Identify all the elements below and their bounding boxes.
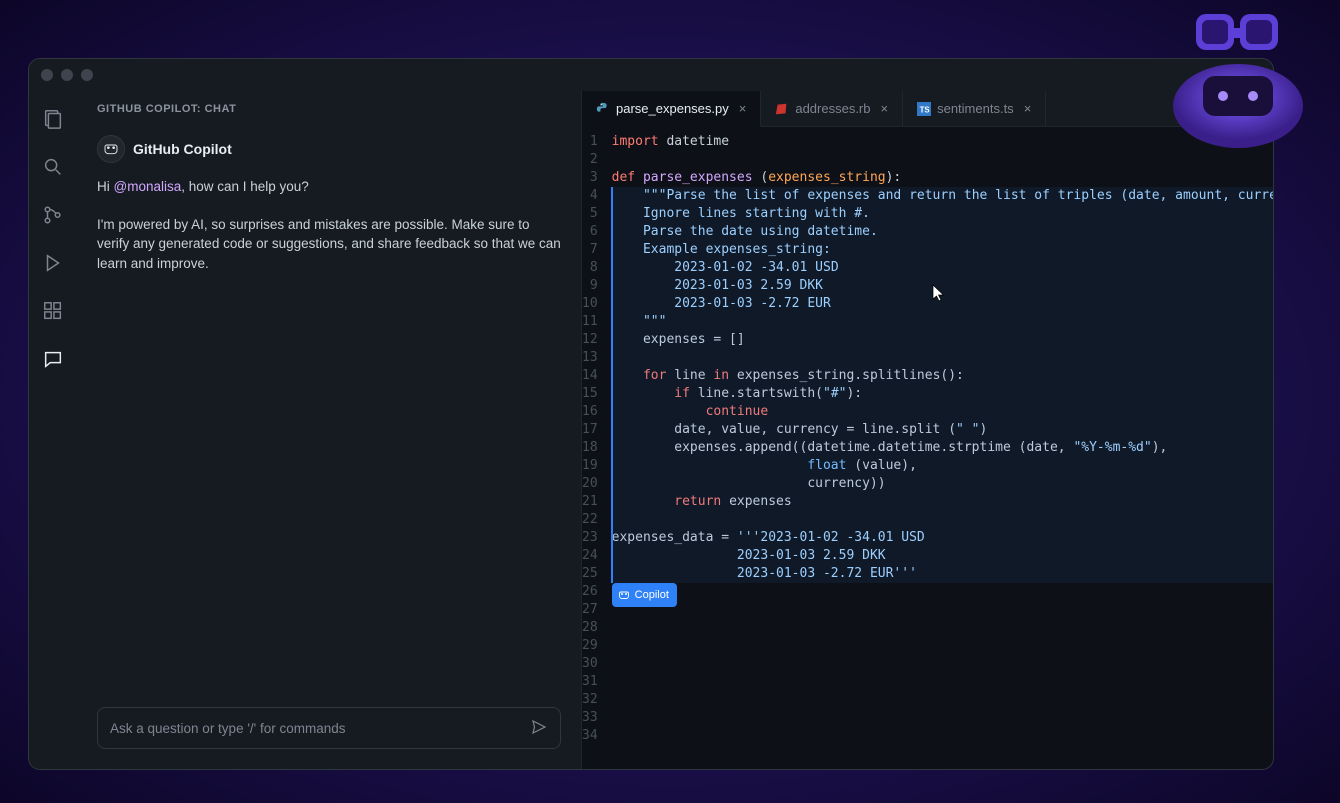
chat-intro: I'm powered by AI, so surprises and mist… (97, 215, 561, 274)
minimize-window-button[interactable] (61, 69, 73, 81)
titlebar (29, 59, 1273, 91)
code-line (612, 619, 1273, 637)
maximize-window-button[interactable] (81, 69, 93, 81)
chat-greeting-post: , how can I help you? (181, 179, 309, 194)
chat-body: GitHub Copilot Hi @monalisa, how can I h… (77, 127, 581, 697)
code-line (612, 727, 1273, 745)
search-icon[interactable] (39, 153, 67, 181)
close-icon[interactable]: × (739, 101, 747, 116)
code-line: import datetime (612, 133, 1273, 151)
code-line (612, 151, 1273, 169)
source-control-icon[interactable] (39, 201, 67, 229)
chat-input-container: Ask a question or type '/' for commands (77, 697, 581, 769)
code-line (612, 583, 1273, 601)
editor-panel: parse_expenses.py × addresses.rb × TS sentime… (582, 91, 1273, 769)
chat-sender-row: GitHub Copilot (97, 135, 561, 163)
code-line (612, 673, 1273, 691)
copilot-chat-icon[interactable] (39, 345, 67, 373)
chat-panel-title: GITHUB COPILOT: CHAT (77, 91, 581, 127)
tab-label: sentiments.ts (937, 101, 1014, 116)
chat-input-placeholder: Ask a question or type '/' for commands (110, 721, 530, 736)
copilot-avatar-icon (97, 135, 125, 163)
chat-mention: @monalisa (114, 179, 182, 194)
chat-sender-name: GitHub Copilot (133, 141, 232, 157)
send-icon[interactable] (530, 718, 548, 739)
code-line (612, 655, 1273, 673)
code-line (612, 691, 1273, 709)
tab-label: parse_expenses.py (616, 101, 729, 116)
workspace: GITHUB COPILOT: CHAT GitHub Copilot Hi @… (29, 91, 1273, 769)
run-debug-icon[interactable] (39, 249, 67, 277)
code-area: 1234567891011121314151617181920212223242… (582, 127, 1273, 769)
code-line: def parse_expenses (expenses_string): (612, 169, 1273, 187)
editor-tab[interactable]: addresses.rb × (761, 91, 903, 126)
close-icon[interactable]: × (1024, 101, 1032, 116)
explorer-icon[interactable] (39, 105, 67, 133)
activity-bar (29, 91, 77, 769)
close-window-button[interactable] (41, 69, 53, 81)
code-content[interactable]: import datetime def parse_expenses (expe… (612, 133, 1273, 769)
code-line (612, 709, 1273, 727)
code-line (612, 601, 1273, 619)
chat-greeting-pre: Hi (97, 179, 114, 194)
copilot-suggestion-tag[interactable]: Copilot (612, 583, 677, 607)
line-gutter: 1234567891011121314151617181920212223242… (582, 133, 612, 769)
chat-greeting: Hi @monalisa, how can I help you? (97, 177, 561, 197)
extensions-icon[interactable] (39, 297, 67, 325)
tab-label: addresses.rb (795, 101, 870, 116)
chat-panel: GITHUB COPILOT: CHAT GitHub Copilot Hi @… (77, 91, 582, 769)
app-window: GITHUB COPILOT: CHAT GitHub Copilot Hi @… (28, 58, 1274, 770)
svg-text:TS: TS (920, 105, 930, 114)
chat-input[interactable]: Ask a question or type '/' for commands (97, 707, 561, 749)
close-icon[interactable]: × (881, 101, 889, 116)
editor-tabs: parse_expenses.py × addresses.rb × TS sentime… (582, 91, 1273, 127)
code-line (612, 637, 1273, 655)
editor-tab[interactable]: parse_expenses.py × (582, 91, 761, 127)
editor-tab[interactable]: TS sentiments.ts × (903, 91, 1046, 126)
